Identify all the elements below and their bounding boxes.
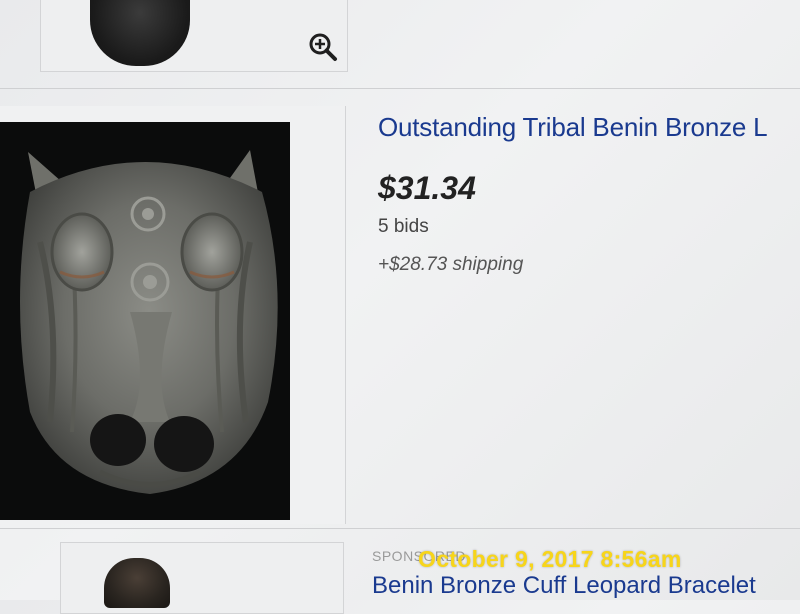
listing-thumbnail[interactable]	[104, 558, 170, 608]
listing-divider	[0, 528, 800, 529]
listing-thumbnail[interactable]	[0, 122, 290, 520]
listing-divider	[0, 88, 800, 89]
search-results-page: Outstanding Tribal Benin Bronze L $31.34…	[0, 0, 800, 614]
listing-title-link[interactable]: Benin Bronze Cuff Leopard Bracelet	[372, 572, 756, 600]
shipping-cost: +$28.73 shipping	[378, 254, 524, 275]
listing-price: $31.34	[378, 170, 476, 206]
listing-thumbnail-frame	[40, 0, 348, 72]
listing-thumbnail-frame	[60, 542, 344, 614]
listing-item: Outstanding Tribal Benin Bronze L $31.34…	[0, 96, 800, 524]
zoom-in-icon[interactable]	[308, 32, 338, 62]
listing-item	[0, 0, 800, 86]
bronze-leopard-head-image	[0, 122, 290, 520]
photo-timestamp: October 9, 2017 8:56am	[418, 546, 682, 572]
listing-title-link[interactable]: Outstanding Tribal Benin Bronze L	[378, 112, 800, 143]
bid-count: 5 bids	[378, 216, 429, 237]
listing-thumbnail-frame	[0, 106, 346, 524]
